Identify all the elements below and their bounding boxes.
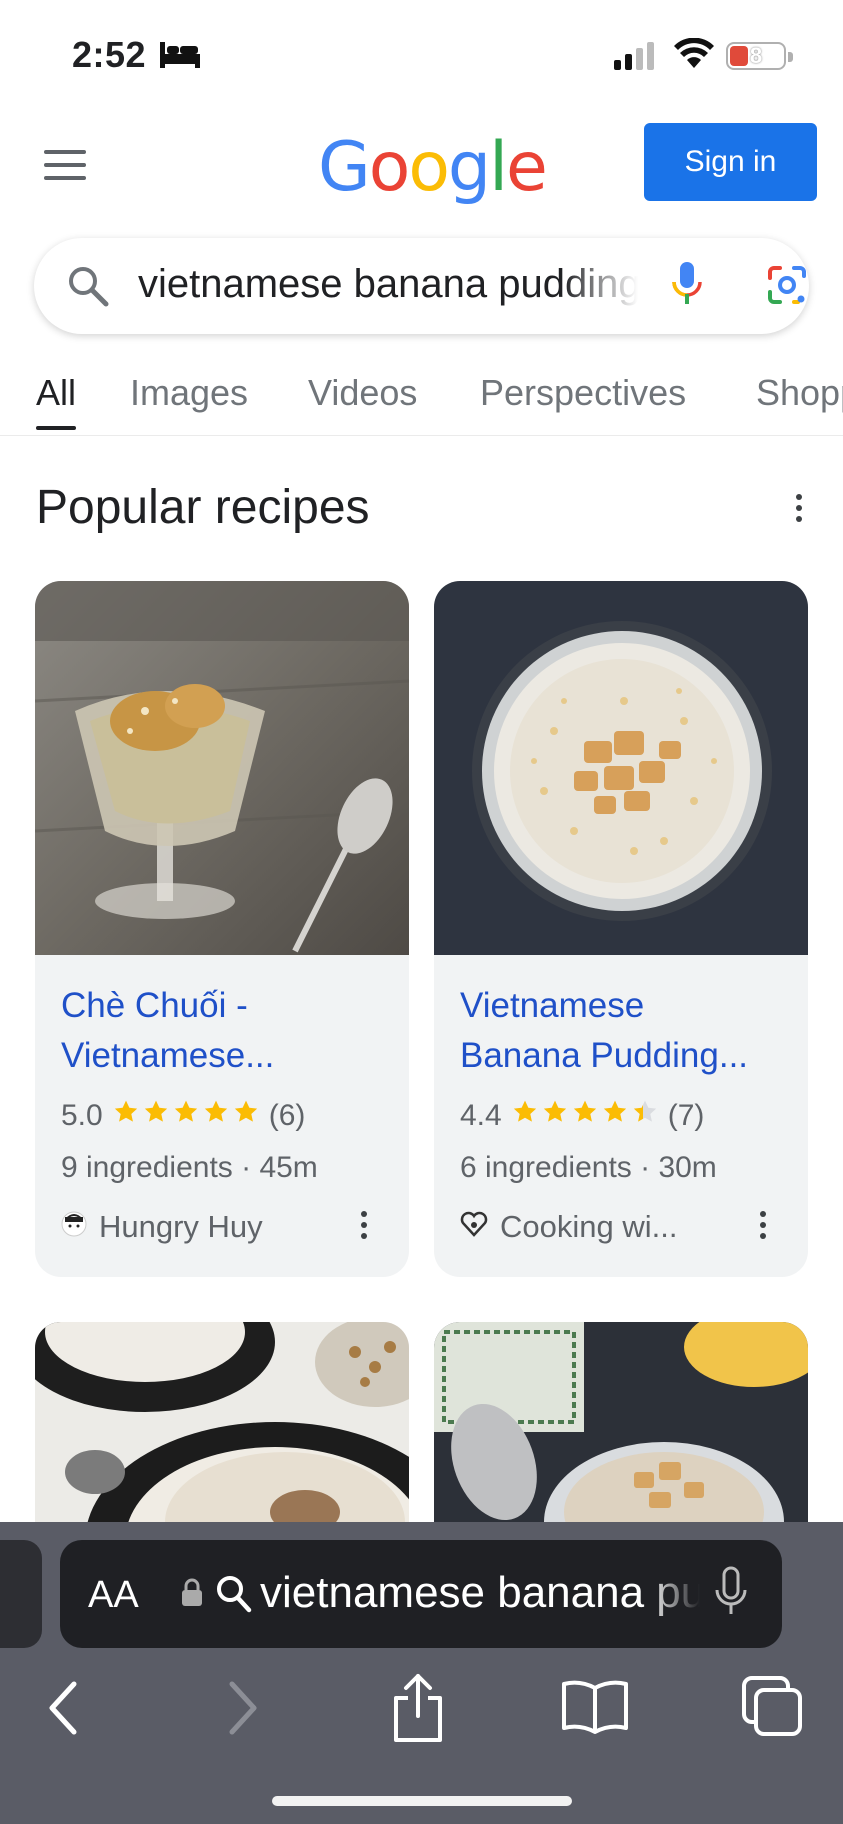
- source-name: Hungry Huy: [99, 1209, 263, 1244]
- tab-videos[interactable]: Videos: [308, 372, 417, 414]
- more-options-icon[interactable]: [796, 494, 804, 527]
- tab-all[interactable]: All: [36, 372, 77, 430]
- search-box[interactable]: vietnamese banana pudding: [34, 238, 809, 334]
- tab-images[interactable]: Images: [130, 372, 248, 414]
- star-icon: [113, 1099, 139, 1133]
- bookmarks-icon[interactable]: [560, 1678, 630, 1739]
- recipe-card[interactable]: Vietnamese Banana Pudding... 4.4 (7) 6 in…: [434, 581, 808, 1277]
- review-count: (7): [667, 1099, 705, 1132]
- voice-search-icon[interactable]: [670, 260, 704, 313]
- source-avatar-icon: [61, 1209, 87, 1245]
- search-icon: [215, 1574, 253, 1619]
- star-rating-icon: [512, 1099, 658, 1133]
- url-field[interactable]: vietnamese banana pudding: [260, 1568, 700, 1618]
- recipe-card[interactable]: Chè Chuối - Vietnamese... 5.0 (6) 9 ingre…: [35, 581, 409, 1277]
- sleep-bed-icon: [160, 42, 200, 75]
- google-logo[interactable]: Google: [318, 128, 548, 207]
- recipe-meta: 6 ingredients · 30m: [460, 1151, 717, 1184]
- text-size-button[interactable]: AA: [88, 1574, 139, 1617]
- wifi-icon: [674, 37, 714, 75]
- sign-in-button[interactable]: Sign in: [644, 123, 817, 201]
- more-options-icon[interactable]: [760, 1211, 768, 1244]
- source-name: Cooking wi...: [500, 1209, 678, 1244]
- browser-toolbar: AA vietnamese banana pudding: [0, 1522, 843, 1824]
- star-icon: [572, 1099, 598, 1133]
- search-icon[interactable]: [66, 264, 110, 313]
- google-header: Google Sign in: [0, 110, 843, 220]
- cellular-signal-icon: [614, 42, 658, 75]
- hamburger-menu-icon[interactable]: [44, 150, 86, 180]
- review-count: (6): [268, 1099, 306, 1132]
- address-bar[interactable]: AA vietnamese banana pudding: [60, 1540, 782, 1648]
- battery-level: 8: [749, 43, 763, 68]
- more-options-icon[interactable]: [361, 1211, 369, 1244]
- recipe-title[interactable]: Chè Chuối - Vietnamese...: [61, 981, 391, 1081]
- status-bar: 2:52 8: [0, 0, 843, 110]
- star-icon: [203, 1099, 229, 1133]
- share-icon[interactable]: [390, 1672, 446, 1749]
- search-input[interactable]: vietnamese banana pudding: [138, 262, 638, 307]
- forward-icon[interactable]: [226, 1680, 260, 1741]
- star-rating-icon: [113, 1099, 259, 1133]
- star-icon: [542, 1099, 568, 1133]
- home-indicator[interactable]: [272, 1796, 572, 1806]
- star-icon: [233, 1099, 259, 1133]
- star-icon: [143, 1099, 169, 1133]
- recipe-rating: 4.4 (7): [460, 1099, 704, 1133]
- recipe-source[interactable]: Hungry Huy: [61, 1209, 263, 1245]
- tab-perspectives[interactable]: Perspectives: [480, 372, 686, 414]
- recipe-title[interactable]: Vietnamese Banana Pudding...: [460, 981, 790, 1081]
- recipe-source[interactable]: Cooking wi...: [460, 1209, 677, 1245]
- star-icon: [512, 1099, 538, 1133]
- back-icon[interactable]: [46, 1680, 80, 1741]
- status-time: 2:52: [72, 34, 147, 75]
- battery-icon: 8: [726, 42, 793, 70]
- google-lens-icon[interactable]: [766, 264, 808, 311]
- source-heart-icon: [460, 1209, 488, 1245]
- recipe-image[interactable]: [434, 581, 808, 955]
- rating-value: 4.4: [460, 1099, 502, 1132]
- star-icon: [173, 1099, 199, 1133]
- recipe-meta: 9 ingredients · 45m: [61, 1151, 318, 1184]
- tabs-icon[interactable]: [740, 1674, 804, 1743]
- rating-value: 5.0: [61, 1099, 103, 1132]
- tab-shopping[interactable]: Shopping: [756, 372, 843, 414]
- browser-nav-bar: [0, 1672, 843, 1772]
- lock-icon: [180, 1578, 204, 1613]
- microphone-icon[interactable]: [714, 1566, 748, 1623]
- section-title: Popular recipes: [36, 481, 370, 534]
- recipe-rating: 5.0 (6): [61, 1099, 305, 1133]
- star-icon: [602, 1099, 628, 1133]
- search-tabs: All Images Videos Perspectives Shopping: [0, 368, 843, 436]
- recipe-image[interactable]: [35, 581, 409, 955]
- previous-tab-preview[interactable]: [0, 1540, 42, 1648]
- star-icon: [632, 1099, 658, 1133]
